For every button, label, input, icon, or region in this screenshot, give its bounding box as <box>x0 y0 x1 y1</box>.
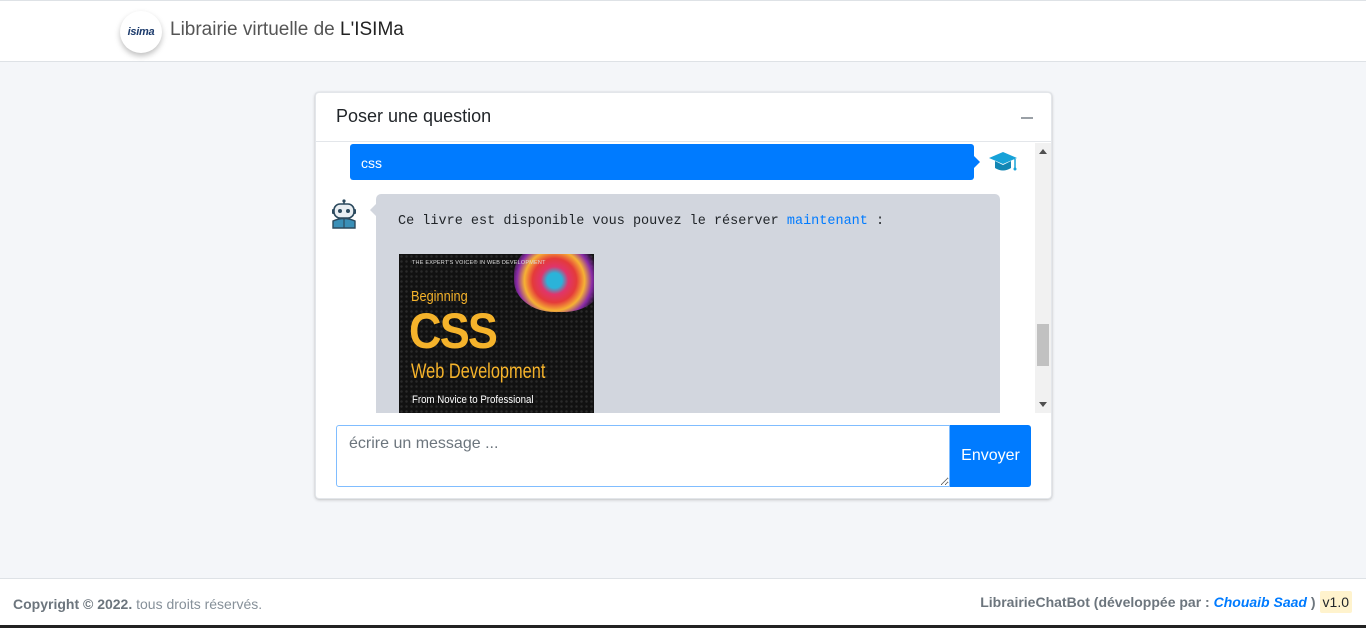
reserve-now-link[interactable]: maintenant <box>787 214 868 229</box>
chat-scrollbar[interactable] <box>1035 143 1051 413</box>
dev-prefix: (développée par : <box>1089 594 1214 610</box>
developer-link[interactable]: Chouaib Saad <box>1214 594 1307 610</box>
send-button[interactable]: Envoyer <box>950 425 1031 487</box>
book-title-line3: Web Development <box>411 360 546 383</box>
brand-title[interactable]: Librairie virtuelle de L'ISIMa <box>170 19 404 41</box>
scroll-thumb[interactable] <box>1037 324 1049 366</box>
version-badge: v1.0 <box>1319 591 1352 613</box>
copyright-rest: tous droits réservés. <box>132 596 263 612</box>
scroll-down-arrow-icon[interactable] <box>1039 402 1047 407</box>
book-title-line2: CSS <box>409 303 498 359</box>
book-cover-image[interactable]: THE EXPERT'S VOICE® IN WEB DEVELOPMENT B… <box>399 254 594 413</box>
graduation-cap-icon <box>989 152 1017 171</box>
scroll-up-arrow-icon[interactable] <box>1039 149 1047 154</box>
top-navbar: isima Librairie virtuelle de L'ISIMa <box>0 0 1366 62</box>
dev-suffix: ) <box>1306 594 1316 610</box>
user-message: css <box>350 144 980 180</box>
logo-text: isima <box>127 26 155 38</box>
credits-text: LibrairieChatBot (développée par : Choua… <box>980 591 1352 613</box>
brand-title-strong: L'ISIMa <box>340 19 404 40</box>
bot-text-after: : <box>867 214 885 229</box>
chat-card-header: Poser une question <box>316 93 1051 142</box>
app-name: LibrairieChatBot <box>980 594 1090 610</box>
chat-card: Poser une question css Ce livre est disp… <box>315 92 1052 499</box>
copyright-text: Copyright © 2022. tous droits réservés. <box>13 596 262 612</box>
page-footer: Copyright © 2022. tous droits réservés. … <box>0 578 1366 628</box>
bot-message-text: Ce livre est disponible vous pouvez le r… <box>398 214 884 229</box>
chat-messages-area[interactable]: css Ce livre est disponible vous pouvez … <box>316 143 1051 413</box>
book-tagline: THE EXPERT'S VOICE® IN WEB DEVELOPMENT <box>412 260 546 266</box>
copyright-strong: Copyright © 2022. <box>13 596 133 612</box>
book-subtitle: From Novice to Professional <box>412 394 534 406</box>
minus-icon[interactable] <box>1021 117 1033 119</box>
robot-icon <box>332 199 356 229</box>
message-input-row: Envoyer <box>336 425 1031 487</box>
bot-message: Ce livre est disponible vous pouvez le r… <box>370 194 1000 413</box>
message-input[interactable] <box>336 425 950 487</box>
user-message-text: css <box>361 155 382 171</box>
brand-title-prefix: Librairie virtuelle de <box>170 19 341 40</box>
isima-logo[interactable]: isima <box>120 11 162 53</box>
chat-title: Poser une question <box>336 106 492 126</box>
bot-text-before: Ce livre est disponible vous pouvez le r… <box>398 214 787 229</box>
